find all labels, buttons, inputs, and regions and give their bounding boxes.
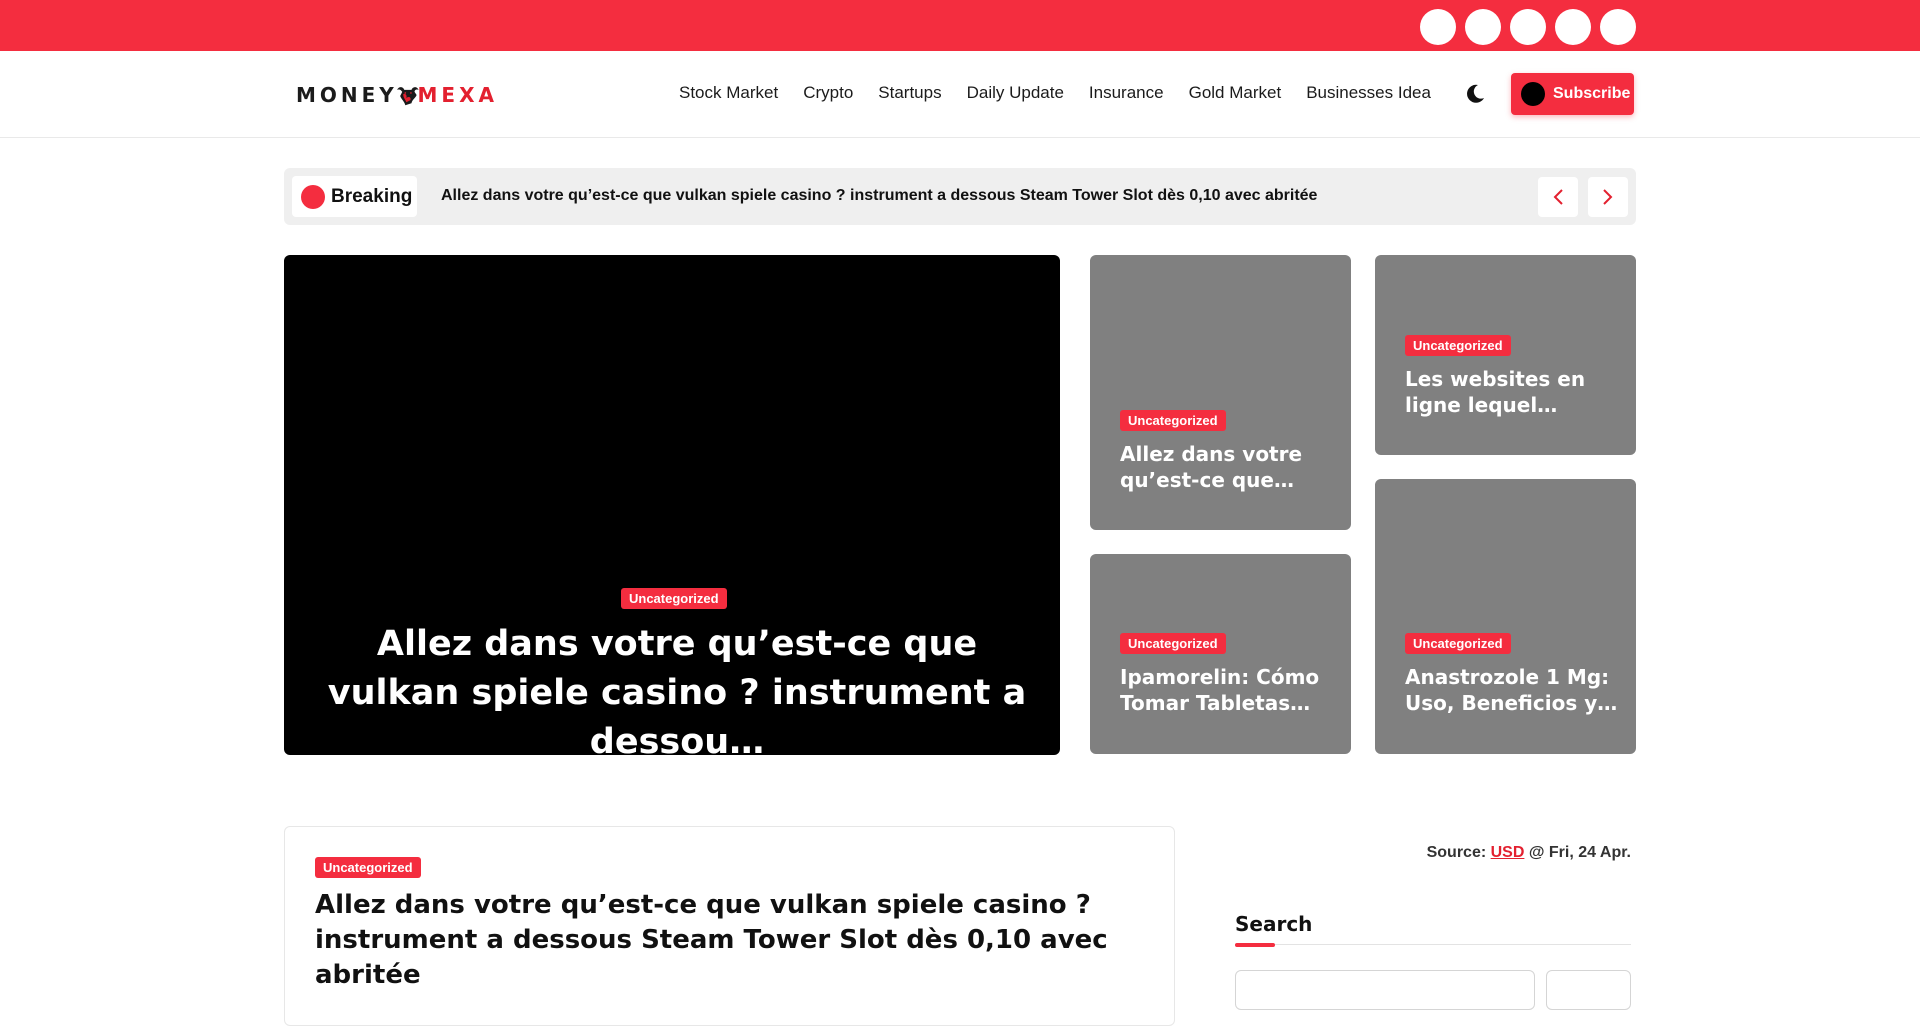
logo-text-mexa: MEXA — [417, 83, 498, 107]
subscribe-icon — [1521, 82, 1545, 106]
featured-card-title[interactable]: Allez dans votre qu’est-ce que… — [1120, 441, 1335, 493]
breaking-headline[interactable]: Allez dans votre qu’est-ce que vulkan sp… — [441, 187, 1317, 205]
subscribe-label: Subscribe — [1553, 85, 1631, 102]
source-date: @ Fri, 24 Apr. — [1524, 844, 1631, 861]
category-badge[interactable]: Uncategorized — [1120, 410, 1226, 431]
featured-card-2[interactable]: Uncategorized Les websites en ligne lequ… — [1375, 255, 1636, 455]
nav-item-startups[interactable]: Startups — [878, 83, 941, 103]
breaking-prev-button[interactable] — [1538, 177, 1578, 217]
chevron-left-icon — [1553, 189, 1563, 205]
category-badge[interactable]: Uncategorized — [621, 588, 727, 609]
social-links — [1420, 9, 1636, 45]
featured-card-title[interactable]: Les websites en ligne lequel… — [1405, 366, 1620, 418]
breaking-next-button[interactable] — [1588, 177, 1628, 217]
live-dot-icon — [301, 184, 325, 209]
category-badge[interactable]: Uncategorized — [1405, 633, 1511, 654]
breaking-label-text: Breaking — [331, 185, 413, 207]
main-nav: Stock Market Crypto Startups Daily Updat… — [679, 83, 1431, 103]
featured-card-4[interactable]: Uncategorized Anastrozole 1 Mg: Uso, Ben… — [1375, 479, 1636, 754]
source-prefix: Source: — [1426, 844, 1491, 861]
featured-card-3[interactable]: Uncategorized Ipamorelin: Cómo Tomar Tab… — [1090, 554, 1351, 754]
nav-item-businesses-idea[interactable]: Businesses Idea — [1306, 83, 1431, 103]
social-icon-1[interactable] — [1420, 9, 1456, 45]
subscribe-button[interactable]: Subscribe — [1511, 73, 1634, 115]
currency-source: Source: USD @ Fri, 24 Apr. — [1300, 844, 1631, 862]
site-header: MONEY MEXA Stock Market Crypto Startups … — [0, 51, 1920, 138]
category-badge[interactable]: Uncategorized — [1120, 633, 1226, 654]
top-bar — [0, 0, 1920, 51]
search-button[interactable] — [1546, 970, 1631, 1010]
nav-item-insurance[interactable]: Insurance — [1089, 83, 1164, 103]
title-accent — [1235, 943, 1275, 947]
site-logo[interactable]: MONEY MEXA — [296, 71, 498, 119]
search-input[interactable] — [1235, 970, 1535, 1010]
logo-text-money: MONEY — [296, 83, 398, 107]
featured-main-title[interactable]: Allez dans votre qu’est-ce que vulkan sp… — [314, 620, 1040, 755]
post-card: Uncategorized Allez dans votre qu’est-ce… — [284, 826, 1175, 1026]
featured-card-title[interactable]: Ipamorelin: Cómo Tomar Tabletas… — [1120, 664, 1335, 716]
breaking-news-bar: Breaking Allez dans votre qu’est-ce que … — [284, 168, 1636, 225]
nav-item-crypto[interactable]: Crypto — [803, 83, 853, 103]
nav-item-stock-market[interactable]: Stock Market — [679, 83, 778, 103]
social-icon-4[interactable] — [1555, 9, 1591, 45]
divider — [1235, 944, 1631, 945]
source-currency-link[interactable]: USD — [1491, 844, 1525, 861]
social-icon-3[interactable] — [1510, 9, 1546, 45]
featured-main-post[interactable]: Uncategorized Allez dans votre qu’est-ce… — [284, 255, 1060, 755]
chevron-right-icon — [1603, 189, 1613, 205]
category-badge[interactable]: Uncategorized — [315, 857, 421, 878]
featured-card-1[interactable]: Uncategorized Allez dans votre qu’est-ce… — [1090, 255, 1351, 530]
featured-card-title[interactable]: Anastrozole 1 Mg: Uso, Beneficios y… — [1405, 664, 1620, 716]
social-icon-2[interactable] — [1465, 9, 1501, 45]
social-icon-5[interactable] — [1600, 9, 1636, 45]
category-badge[interactable]: Uncategorized — [1405, 335, 1511, 356]
search-widget-title: Search — [1235, 912, 1313, 936]
moon-icon[interactable] — [1464, 83, 1486, 105]
breaking-label: Breaking — [292, 176, 417, 217]
nav-item-gold-market[interactable]: Gold Market — [1189, 83, 1282, 103]
post-title[interactable]: Allez dans votre qu’est-ce que vulkan sp… — [315, 888, 1155, 993]
nav-item-daily-update[interactable]: Daily Update — [967, 83, 1064, 103]
